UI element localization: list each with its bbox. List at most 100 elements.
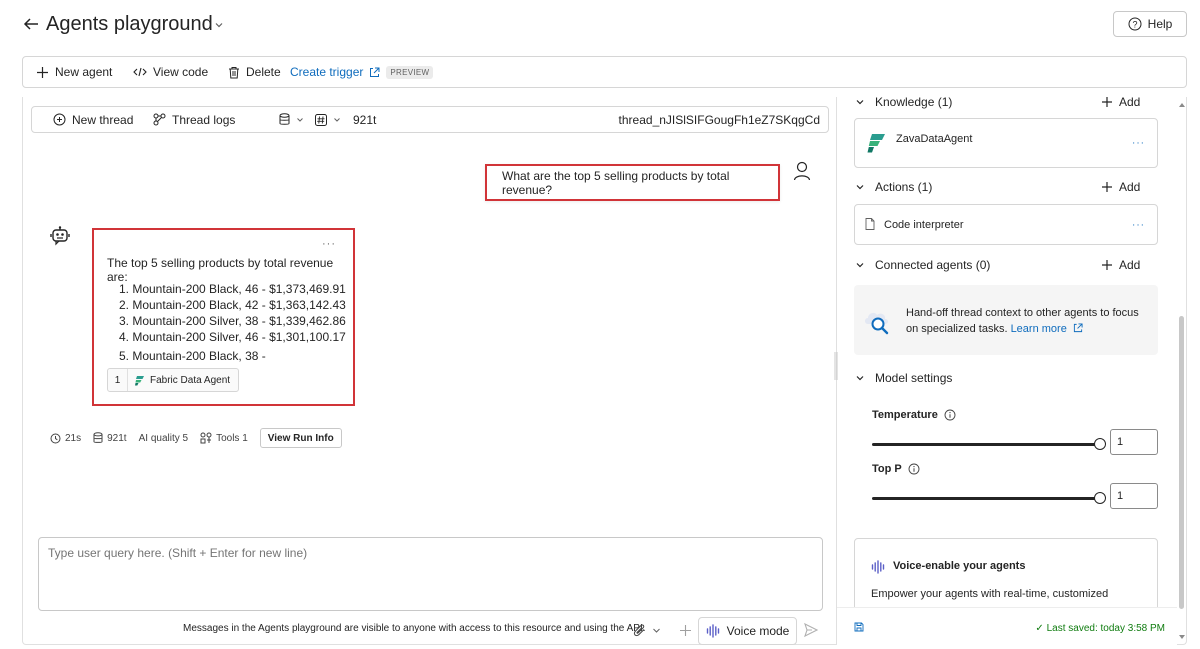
plus-icon [37,66,48,78]
list-item: 2. Mountain-200 Black, 42 - $1,363,142.4… [119,298,346,312]
knowledge-item-name: ZavaDataAgent [896,133,973,145]
top-p-slider-track[interactable] [872,497,1100,500]
action-more-button[interactable]: ··· [1132,219,1145,230]
send-icon[interactable] [803,622,819,638]
actions-header[interactable]: Actions (1) [855,178,932,196]
action-item-name: Code interpreter [884,219,964,231]
bot-message: ··· The top 5 selling products by total … [92,228,355,406]
new-thread-icon [53,113,66,126]
back-arrow-icon[interactable] [22,15,40,33]
chevron-down-icon[interactable] [214,20,224,30]
preview-badge: PREVIEW [386,65,434,79]
chevron-down-icon [334,117,340,122]
scrollbar-thumb[interactable] [1179,316,1184,609]
voice-promo-card: Voice-enable your agents Empower your ag… [854,538,1158,618]
top-p-slider-thumb[interactable] [1094,492,1106,504]
chevron-down-icon [856,185,864,190]
knowledge-more-button[interactable]: ··· [1132,138,1145,149]
database-icon [93,432,103,443]
knowledge-card[interactable]: ZavaDataAgent ··· [854,118,1158,168]
fabric-logo-icon [135,375,144,385]
learn-more-label: Learn more [1010,323,1067,335]
add-knowledge-button[interactable]: Add [1101,93,1140,111]
knowledge-header-label: Knowledge (1) [875,95,953,109]
checkmark-icon: ✓ [1035,623,1047,634]
chevron-down-icon[interactable] [652,626,661,635]
user-query-input[interactable] [38,537,823,611]
view-code-button[interactable]: View code [133,57,208,87]
last-saved-text: Last saved: today 3:58 PM [1046,623,1165,634]
external-link-icon [1073,323,1083,333]
temperature-label: Temperature [872,409,938,421]
page-title: Agents playground [46,13,213,35]
temperature-slider-track[interactable] [872,443,1100,446]
info-icon[interactable] [908,463,920,475]
attach-icon[interactable] [633,623,646,637]
thread-logs-button[interactable]: Thread logs [153,107,235,132]
learn-more-link[interactable]: Learn more [1011,323,1083,335]
chevron-down-icon [297,117,303,122]
document-icon [865,218,875,230]
add-label: Add [1119,95,1141,109]
token-count: 921t [353,112,377,127]
temperature-label-row: Temperature [872,407,956,423]
new-agent-button[interactable]: New agent [36,57,112,87]
duration-text: 21s [65,432,82,444]
top-p-label-row: Top P [872,461,920,477]
list-item: 3. Mountain-200 Silver, 38 - $1,339,462.… [119,314,346,328]
new-thread-label: New thread [72,112,134,127]
chevron-down-icon [856,100,864,105]
search-cloud-icon [865,312,889,335]
add-label: Add [1119,180,1141,194]
external-link-icon [370,67,380,77]
add-connected-agent-button[interactable]: Add [1101,256,1140,274]
temperature-input[interactable] [1110,429,1158,455]
run-tokens: 921t [93,432,127,444]
user-message: What are the top 5 selling products by t… [485,164,780,201]
tools-text: Tools 1 [216,432,248,444]
source-chip[interactable]: 1 Fabric Data Agent [107,368,240,392]
connected-agents-header[interactable]: Connected agents (0) [855,256,990,274]
scroll-down-icon[interactable] [1178,634,1186,640]
message-more-button[interactable]: ··· [322,238,336,250]
save-icon[interactable] [854,622,864,632]
tokens-text: 921t [107,432,127,444]
help-button[interactable]: ? Help [1113,11,1187,37]
resize-handle-icon[interactable] [834,351,838,381]
last-saved-status: ✓ Last saved: today 3:58 PM [1035,623,1165,634]
token-dropdown[interactable]: 921t [315,107,376,132]
action-card[interactable]: Code interpreter ··· [854,204,1158,245]
model-settings-header[interactable]: Model settings [855,369,952,387]
knowledge-header[interactable]: Knowledge (1) [855,93,952,111]
tools-icon [200,432,212,444]
run-info-bar: 21s 921t AI quality 5 Tools 1 View Run I… [50,428,342,448]
new-agent-label: New agent [55,65,113,79]
add-action-button[interactable]: Add [1101,178,1140,196]
user-message-text: What are the top 5 selling products by t… [502,168,730,197]
chevron-down-icon [856,376,864,381]
info-icon[interactable] [944,409,956,421]
help-icon: ? [1128,17,1142,31]
new-thread-button[interactable]: New thread [53,107,133,132]
run-duration: 21s [50,433,81,444]
thread-id: thread_nJISlSIFGougFh1eZ7SKqgCd [618,112,820,127]
thread-logs-label: Thread logs [172,112,236,127]
voice-card-description: Empower your agents with real-time, cust… [871,588,1109,600]
input-actions [633,620,692,640]
create-trigger-label: Create trigger [290,65,364,79]
plus-icon [1102,182,1112,192]
run-quality: AI quality 5 [139,433,188,444]
create-trigger-link[interactable]: Create trigger PREVIEW [290,57,434,87]
view-run-info-button[interactable]: View Run Info [259,428,342,448]
database-dropdown[interactable] [279,107,304,132]
scroll-up-icon[interactable] [1178,102,1186,108]
delete-button[interactable]: Delete [228,57,281,87]
voice-mode-button[interactable]: Voice mode [698,617,797,645]
run-tools: Tools 1 [200,432,248,444]
source-name-wrap: Fabric Data Agent [128,375,238,386]
fabric-logo-icon [867,134,885,153]
plus-icon[interactable] [679,624,692,637]
visibility-note: Messages in the Agents playground are vi… [183,623,646,634]
temperature-slider-thumb[interactable] [1094,438,1106,450]
top-p-input[interactable] [1110,483,1158,509]
